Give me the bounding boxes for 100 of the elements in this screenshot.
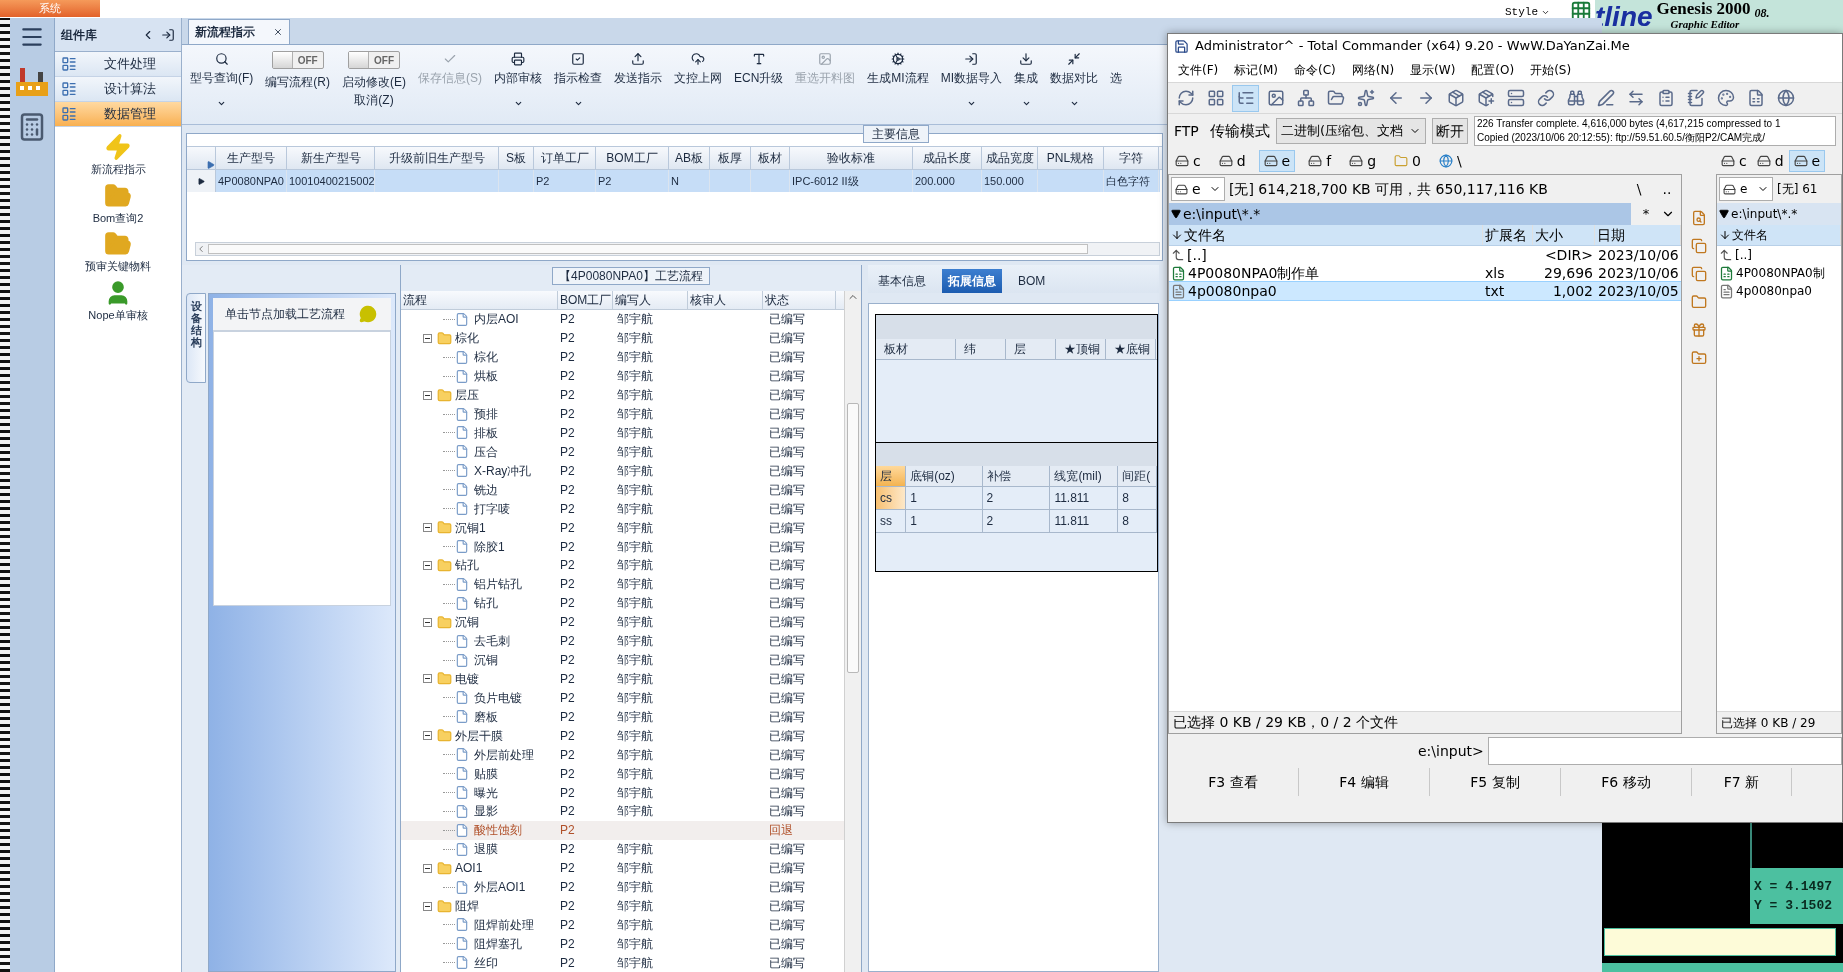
- row-header[interactable]: cs: [876, 487, 907, 509]
- toolbar-button[interactable]: 数据对比: [1044, 51, 1105, 108]
- table-row[interactable]: 4P0080NPA0 10010400215002 P2 P2 N IPC-6012 II级 200.000 150.000 白色字符: [187, 170, 1160, 192]
- drive-button[interactable]: g: [1344, 150, 1382, 172]
- tree-row[interactable]: 层压 P2 邹宇航 已编写: [401, 385, 844, 405]
- tree-row[interactable]: 钻孔 P2 邹宇航 已编写: [401, 556, 844, 575]
- column-header[interactable]: S板: [499, 147, 534, 169]
- tree-row[interactable]: 退膜 P2 邹宇航 已编写: [401, 839, 844, 859]
- function-key-button[interactable]: F7 新: [1692, 768, 1792, 796]
- tree-row[interactable]: 电镀 P2 邹宇航 已编写: [401, 669, 844, 689]
- menu-item[interactable]: 命令(C): [1286, 61, 1344, 79]
- toolbar-button[interactable]: 集成: [1008, 51, 1045, 108]
- menu-item[interactable]: 显示(W): [1402, 61, 1464, 79]
- column-header[interactable]: BOM工厂: [558, 291, 613, 309]
- column-header[interactable]: 纬: [956, 339, 1006, 359]
- copy-icon[interactable]: [1691, 266, 1707, 282]
- vertical-scrollbar[interactable]: [844, 291, 861, 972]
- tree-row[interactable]: 阻焊前处理 P2 邹宇航 已编写: [401, 915, 844, 935]
- collapse-toggle[interactable]: [423, 863, 432, 873]
- column-header[interactable]: ★底铜: [1106, 339, 1156, 359]
- tree-row[interactable]: 外层干膜 P2 邹宇航 已编写: [401, 726, 844, 746]
- column-header[interactable]: 大小: [1533, 225, 1595, 245]
- tab[interactable]: 拓展信息: [942, 269, 1002, 293]
- toolbar-button[interactable]: ECN升级: [728, 51, 790, 87]
- column-header[interactable]: ★顶铜: [1056, 339, 1106, 359]
- column-header[interactable]: 字符: [1104, 147, 1159, 169]
- file-row[interactable]: [..] <DIR> 2023/10/06: [1169, 246, 1681, 264]
- path-bar[interactable]: e:\input\*.*: [1169, 203, 1631, 225]
- column-header[interactable]: 流程: [401, 291, 558, 309]
- tree-row[interactable]: 丝印 P2 邹宇航 已编写: [401, 953, 844, 972]
- column-header[interactable]: 成品长度: [913, 147, 982, 169]
- drive-button[interactable]: e: [1788, 150, 1826, 172]
- shortcut[interactable]: 预审关键物料: [85, 230, 151, 275]
- file-row[interactable]: [..]: [1717, 246, 1841, 264]
- toolbar-button[interactable]: MI数据导入: [934, 51, 1009, 108]
- column-header[interactable]: 扩展名: [1483, 225, 1533, 245]
- tree-row[interactable]: 去毛刺 P2 邹宇航 已编写: [401, 631, 844, 651]
- drive-button[interactable]: c: [1716, 150, 1752, 172]
- tab[interactable]: 基本信息: [872, 269, 932, 293]
- folder-icon[interactable]: [1691, 294, 1707, 310]
- tree-row[interactable]: 排板 P2 邹宇航 已编写: [401, 423, 844, 443]
- column-header[interactable]: 层: [1006, 339, 1056, 359]
- tree-row[interactable]: 内层AOI P2 邹宇航 已编写: [401, 310, 844, 329]
- tree-row[interactable]: 烘板 P2 邹宇航 已编写: [401, 366, 844, 386]
- toggle-switch[interactable]: OFF 编写流程(R): [259, 51, 336, 91]
- toolbar-button[interactable]: 指示检查: [548, 51, 608, 108]
- column-header[interactable]: 底铜(oz): [906, 466, 983, 486]
- shortcut[interactable]: Nope单审核: [88, 278, 148, 323]
- toolbar-button[interactable]: 内部审核: [488, 51, 548, 108]
- tree-row[interactable]: 贴膜 P2 邹宇航 已编写: [401, 764, 844, 784]
- tree-row[interactable]: 钻孔 P2 邹宇航 已编写: [401, 593, 844, 613]
- column-header[interactable]: 板材: [751, 147, 790, 169]
- toolbar-button[interactable]: 文控上网: [668, 51, 728, 87]
- toolbar-button[interactable]: [1232, 84, 1259, 112]
- column-header[interactable]: 层: [876, 466, 907, 486]
- tree-row[interactable]: 沉铜 P2 邹宇航 已编写: [401, 612, 844, 632]
- column-header[interactable]: 验收标准: [790, 147, 913, 169]
- close-icon[interactable]: [273, 27, 283, 37]
- menu-item[interactable]: 网络(N): [1343, 61, 1403, 79]
- column-header[interactable]: 成品宽度: [982, 147, 1038, 169]
- category-item[interactable]: 设计算法: [55, 77, 181, 102]
- file-row[interactable]: 4p0080npa0: [1717, 282, 1841, 300]
- drive-button[interactable]: d: [1751, 150, 1789, 172]
- column-header[interactable]: AB板: [669, 147, 710, 169]
- collapse-toggle[interactable]: [423, 617, 432, 627]
- collapse-toggle[interactable]: [423, 523, 432, 533]
- toolbar-button[interactable]: 选: [1104, 51, 1129, 87]
- file-row[interactable]: 4P0080NPA0制作单 xls 29,696 2023/10/06: [1169, 264, 1681, 282]
- column-header[interactable]: 线宽(mil): [1050, 466, 1119, 486]
- tree-row[interactable]: 负片电镀 P2 邹宇航 已编写: [401, 688, 844, 708]
- collapse-toggle[interactable]: [423, 560, 432, 570]
- copy-icon[interactable]: [1691, 238, 1707, 254]
- tree-row[interactable]: X-Ray冲孔 P2 邹宇航 已编写: [401, 461, 844, 481]
- horizontal-scrollbar[interactable]: [195, 242, 1160, 256]
- column-header[interactable]: 编写人: [613, 291, 688, 309]
- column-header[interactable]: 生产型号: [216, 147, 287, 169]
- tree-row[interactable]: 外层AOI1 P2 邹宇航 已编写: [401, 877, 844, 897]
- vertical-tab[interactable]: 设备结构: [186, 293, 206, 383]
- function-key-button[interactable]: F5 复制: [1430, 768, 1561, 796]
- tree-row[interactable]: 预排 P2 邹宇航 已编写: [401, 404, 844, 424]
- column-header[interactable]: PNL规格: [1038, 147, 1104, 169]
- column-header[interactable]: 文件名: [1717, 225, 1841, 245]
- shortcut[interactable]: Bom查询2: [92, 181, 144, 226]
- document-tab[interactable]: 新流程指示: [188, 19, 290, 44]
- tree-row[interactable]: 棕化 P2 邹宇航 已编写: [401, 347, 844, 367]
- shortcut[interactable]: 新流程指示: [90, 133, 146, 178]
- drive-button[interactable]: f: [1303, 150, 1337, 172]
- drive-select[interactable]: e: [1171, 177, 1225, 201]
- tree-row[interactable]: 沉铜 P2 邹宇航 已编写: [401, 650, 844, 670]
- drive-select[interactable]: e: [1719, 177, 1773, 201]
- parent-button[interactable]: ..: [1655, 178, 1679, 200]
- column-header[interactable]: 间距(: [1118, 466, 1157, 486]
- drive-button[interactable]: d: [1213, 150, 1251, 172]
- pin-icon[interactable]: [161, 27, 175, 42]
- folder-plus-icon[interactable]: [1691, 350, 1707, 366]
- column-header[interactable]: 板厚: [710, 147, 751, 169]
- tree-row[interactable]: 棕化 P2 邹宇航 已编写: [401, 328, 844, 348]
- command-field[interactable]: [1487, 737, 1842, 765]
- tree-row[interactable]: 打字唛 P2 邹宇航 已编写: [401, 499, 844, 519]
- tree-row[interactable]: 显影 P2 邹宇航 已编写: [401, 801, 844, 821]
